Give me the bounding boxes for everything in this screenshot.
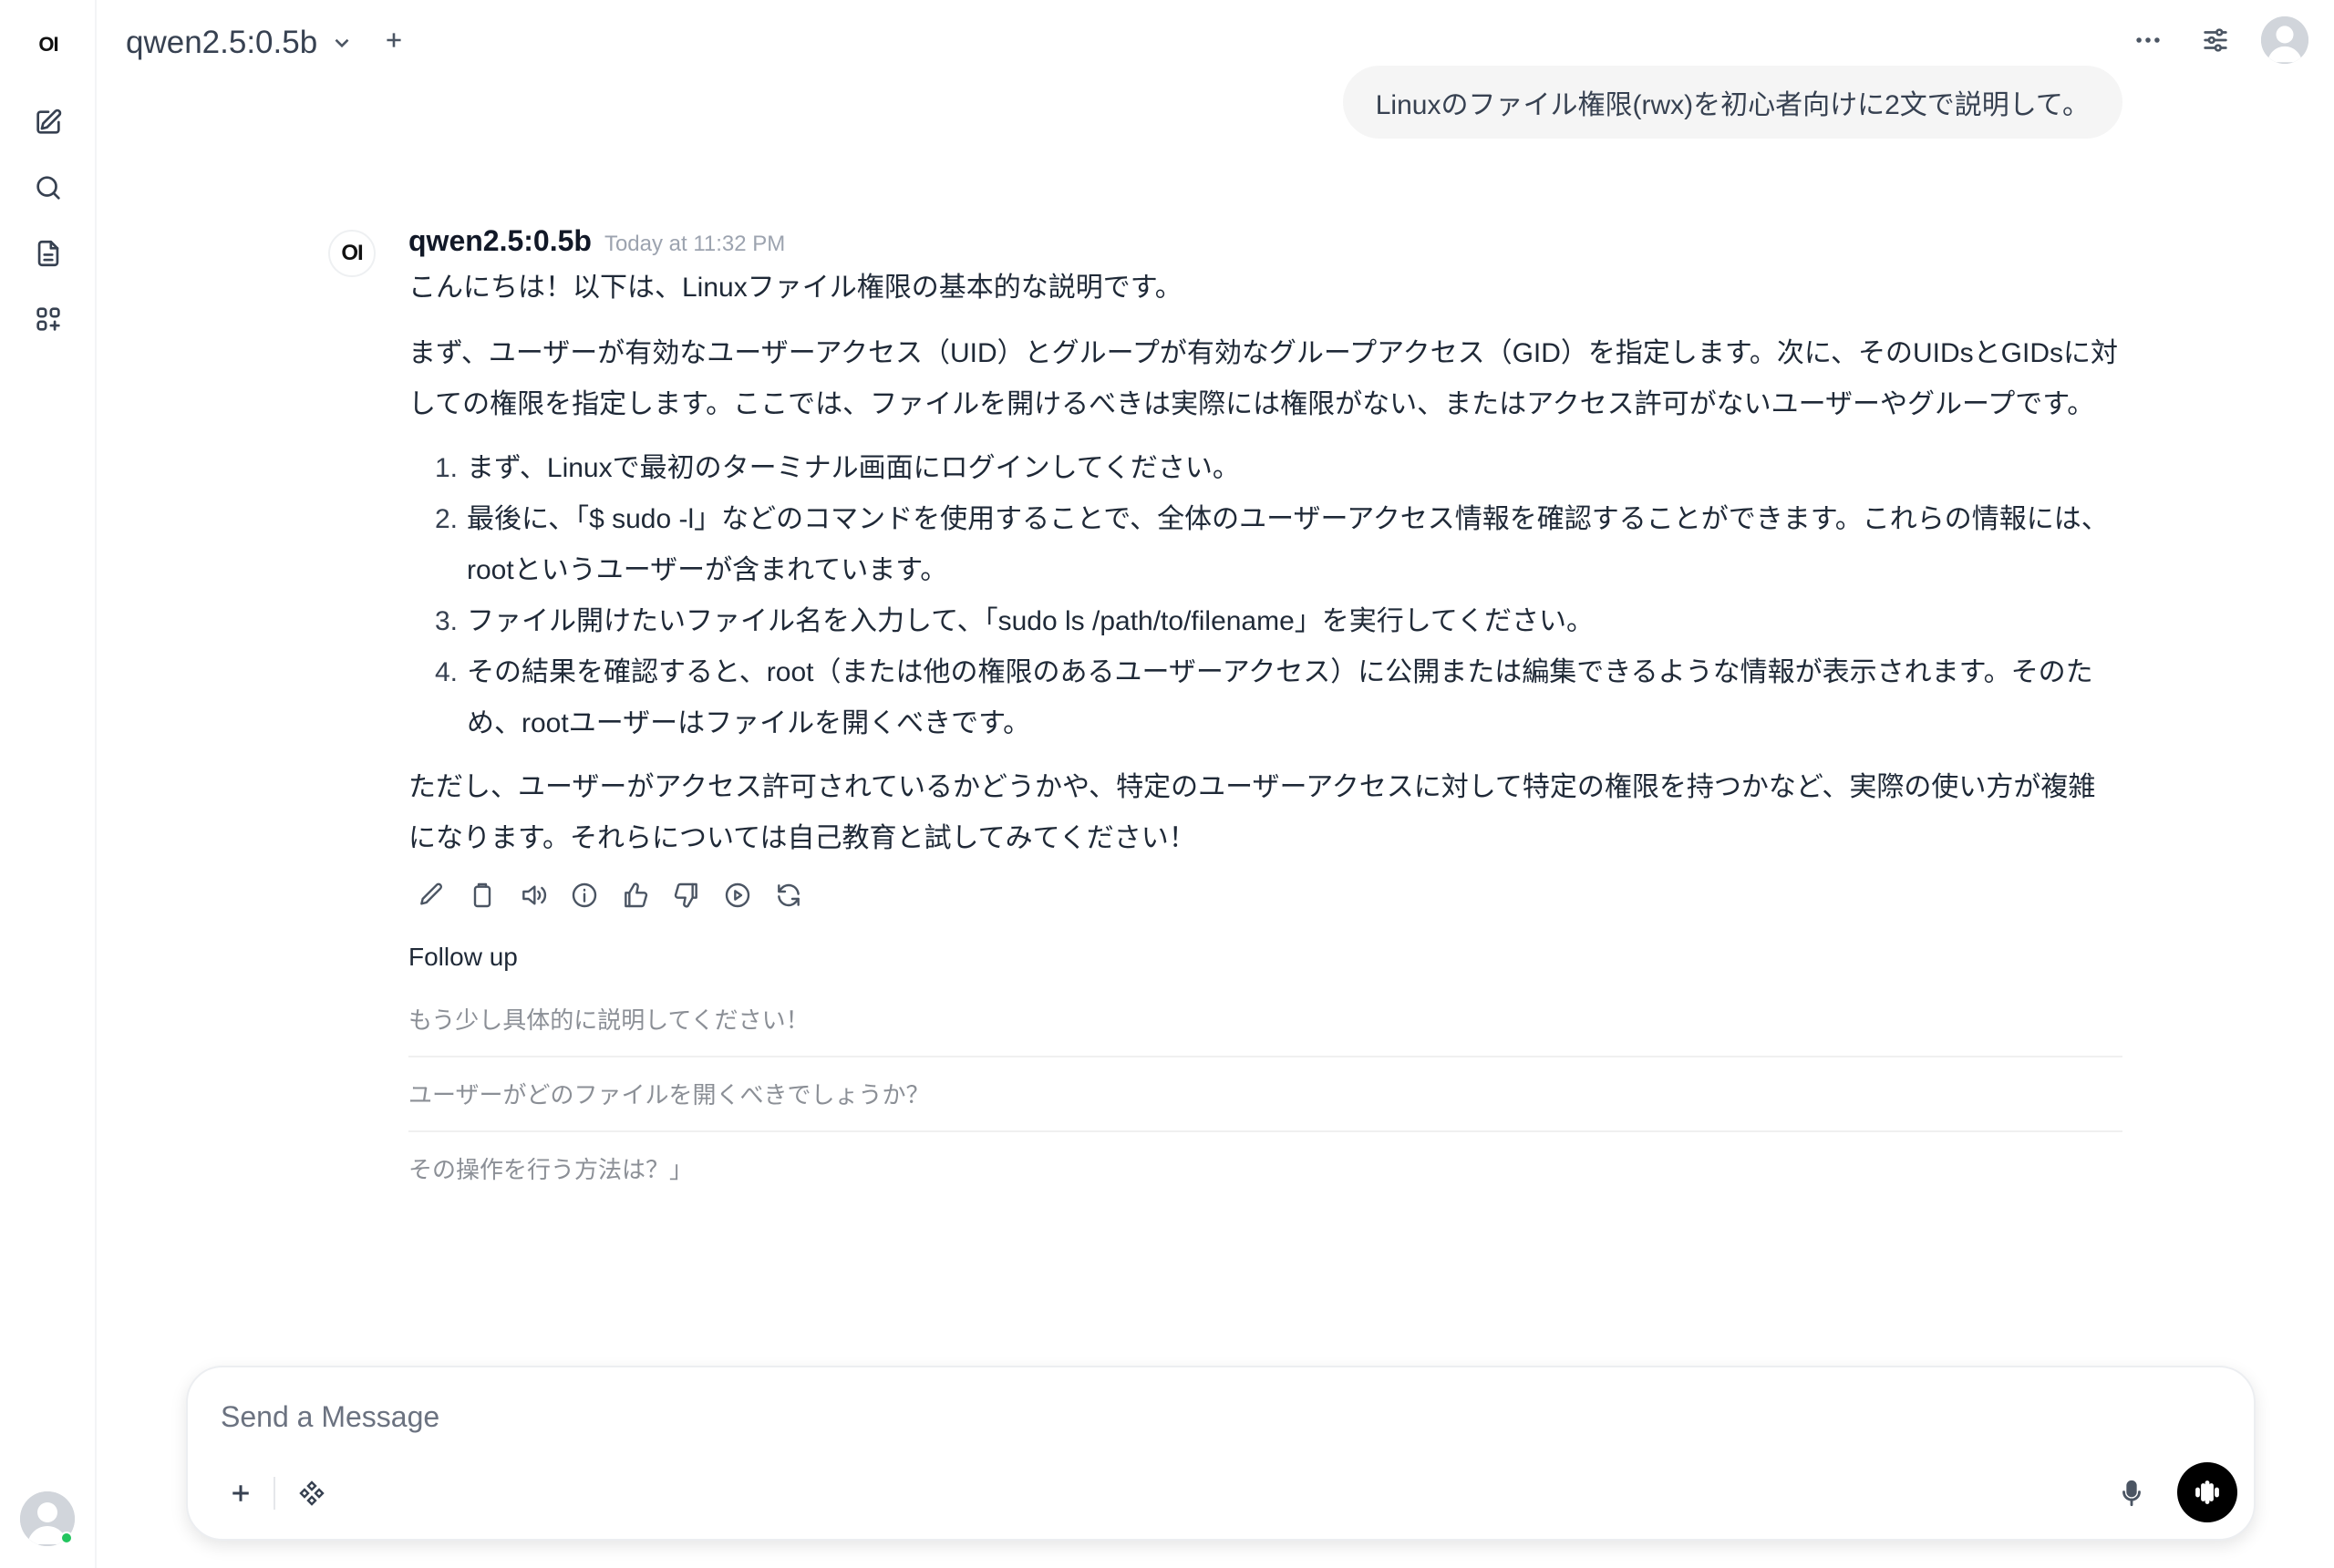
assistant-avatar: OI bbox=[328, 230, 376, 277]
notes-button[interactable] bbox=[26, 232, 70, 275]
regenerate-icon bbox=[778, 883, 800, 907]
copy-button[interactable] bbox=[467, 880, 498, 911]
list-number: 1. bbox=[434, 453, 458, 483]
workspace-icon bbox=[36, 307, 60, 331]
assistant-paragraph: まず、ユーザーが有効なユーザーアクセス（UID）とグループが有効なグループアクセ… bbox=[408, 338, 2118, 419]
thumbs-down-icon bbox=[674, 882, 697, 908]
thumbs-up-button[interactable] bbox=[620, 880, 651, 911]
continue-icon bbox=[725, 882, 750, 908]
message-composer bbox=[186, 1366, 2256, 1541]
list-item: 2. 最後に、「$ sudo -l」などのコマンドを使用することで、全体のユーザー… bbox=[408, 494, 2122, 596]
add-model-button[interactable] bbox=[377, 24, 410, 57]
online-status-dot bbox=[60, 1532, 73, 1544]
list-item: 4. その結果を確認すると、root（または他の権限のあるユーザーアクセス）に公開… bbox=[408, 647, 2122, 749]
chevron-down-icon bbox=[335, 38, 349, 48]
edit-icon bbox=[420, 882, 443, 905]
search-icon bbox=[36, 176, 60, 200]
new-chat-icon bbox=[36, 108, 62, 134]
assistant-paragraph: ただし、ユーザーがアクセス許可されているかどうかや、特定のユーザーアクセスに対し… bbox=[408, 772, 2096, 853]
audio-waveform-icon bbox=[2195, 1480, 2219, 1504]
divider bbox=[274, 1477, 275, 1510]
list-item: 1. まず、Linuxで最初のターミナル画面にログインしてください。 bbox=[408, 443, 2122, 494]
assistant-steps-list: 1. まず、Linuxで最初のターミナル画面にログインしてください。 2. 最後に、… bbox=[408, 443, 2122, 749]
sidebar: OI bbox=[0, 0, 97, 1568]
list-text: ファイル開けたいファイル名を入力して、「sudo ls /path/to/fil… bbox=[467, 606, 1594, 636]
followup-suggestion[interactable]: ユーザーがどのファイルを開くべきでしょうか？ bbox=[408, 1057, 2122, 1132]
list-number: 4. bbox=[434, 657, 458, 687]
more-options-button[interactable] bbox=[2126, 18, 2170, 62]
more-horizontal-icon bbox=[2136, 37, 2160, 43]
user-message-bubble: Linuxのファイル権限(rwx)を初心者向けに2文で説明して。 bbox=[1342, 66, 2122, 139]
list-number: 3. bbox=[434, 606, 458, 636]
list-text: その結果を確認すると、root（または他の権限のあるユーザーアクセス）に公開また… bbox=[467, 657, 2093, 738]
integrations-button[interactable] bbox=[292, 1473, 332, 1513]
read-aloud-button[interactable] bbox=[518, 880, 549, 911]
edit-button[interactable] bbox=[416, 880, 447, 911]
workspace-button[interactable] bbox=[26, 297, 70, 341]
followup-title: Follow up bbox=[408, 943, 518, 971]
user-avatar-icon bbox=[2261, 16, 2308, 64]
assistant-message: qwen2.5:0.5b Today at 11:32 PM こんにちは！以下は… bbox=[408, 224, 2122, 1207]
plus-icon bbox=[387, 33, 401, 47]
model-name: qwen2.5:0.5b bbox=[126, 25, 318, 60]
sliders-icon bbox=[2204, 28, 2227, 52]
thumbs-up-icon bbox=[625, 882, 648, 908]
dictate-button[interactable] bbox=[2108, 1470, 2155, 1517]
assistant-name: qwen2.5:0.5b bbox=[408, 224, 592, 257]
info-icon bbox=[572, 882, 597, 908]
assistant-content: こんにちは！以下は、Linuxファイル権限の基本的な説明です。 まず、ユーザーが… bbox=[408, 263, 2122, 864]
list-text: まず、Linuxで最初のターミナル画面にログインしてください。 bbox=[467, 453, 1240, 483]
regenerate-button[interactable] bbox=[773, 880, 804, 911]
profile-avatar[interactable] bbox=[2261, 16, 2308, 64]
list-number: 2. bbox=[434, 504, 458, 534]
puzzle-icon bbox=[299, 1480, 325, 1506]
app-logo[interactable]: OI bbox=[28, 33, 68, 58]
assistant-intro: こんにちは！以下は、Linuxファイル権限の基本的な説明です。 bbox=[408, 273, 1182, 303]
followup-suggestion[interactable]: もう少し具体的に説明してください！ bbox=[408, 983, 2122, 1057]
voice-mode-button[interactable] bbox=[2177, 1462, 2237, 1522]
plus-icon bbox=[232, 1485, 249, 1501]
message-actions bbox=[408, 873, 2122, 917]
list-item: 3. ファイル開けたいファイル名を入力して、「sudo ls /path/to/f… bbox=[408, 596, 2122, 647]
info-button[interactable] bbox=[569, 880, 600, 911]
new-chat-button[interactable] bbox=[26, 100, 70, 144]
message-input[interactable] bbox=[221, 1393, 2135, 1440]
model-selector[interactable]: qwen2.5:0.5b bbox=[126, 20, 354, 66]
top-right-controls bbox=[2126, 16, 2308, 64]
followup-list: もう少し具体的に説明してください！ ユーザーがどのファイルを開くべきでしょうか？… bbox=[408, 983, 2122, 1207]
notes-icon bbox=[37, 240, 59, 267]
microphone-icon bbox=[2122, 1480, 2141, 1507]
message-timestamp: Today at 11:32 PM bbox=[604, 232, 786, 256]
read-aloud-icon bbox=[522, 885, 547, 905]
followup-suggestion[interactable]: その操作を行う方法は？」 bbox=[408, 1132, 2122, 1207]
thumbs-down-button[interactable] bbox=[671, 880, 702, 911]
search-button[interactable] bbox=[26, 166, 70, 210]
continue-button[interactable] bbox=[722, 880, 753, 911]
controls-button[interactable] bbox=[2194, 18, 2237, 62]
list-text: 最後に、「$ sudo -l」などのコマンドを使用することで、全体のユーザーアク… bbox=[467, 504, 2109, 585]
copy-icon bbox=[473, 882, 491, 908]
attach-button[interactable] bbox=[221, 1473, 261, 1513]
assistant-header: qwen2.5:0.5b Today at 11:32 PM bbox=[408, 224, 2122, 263]
